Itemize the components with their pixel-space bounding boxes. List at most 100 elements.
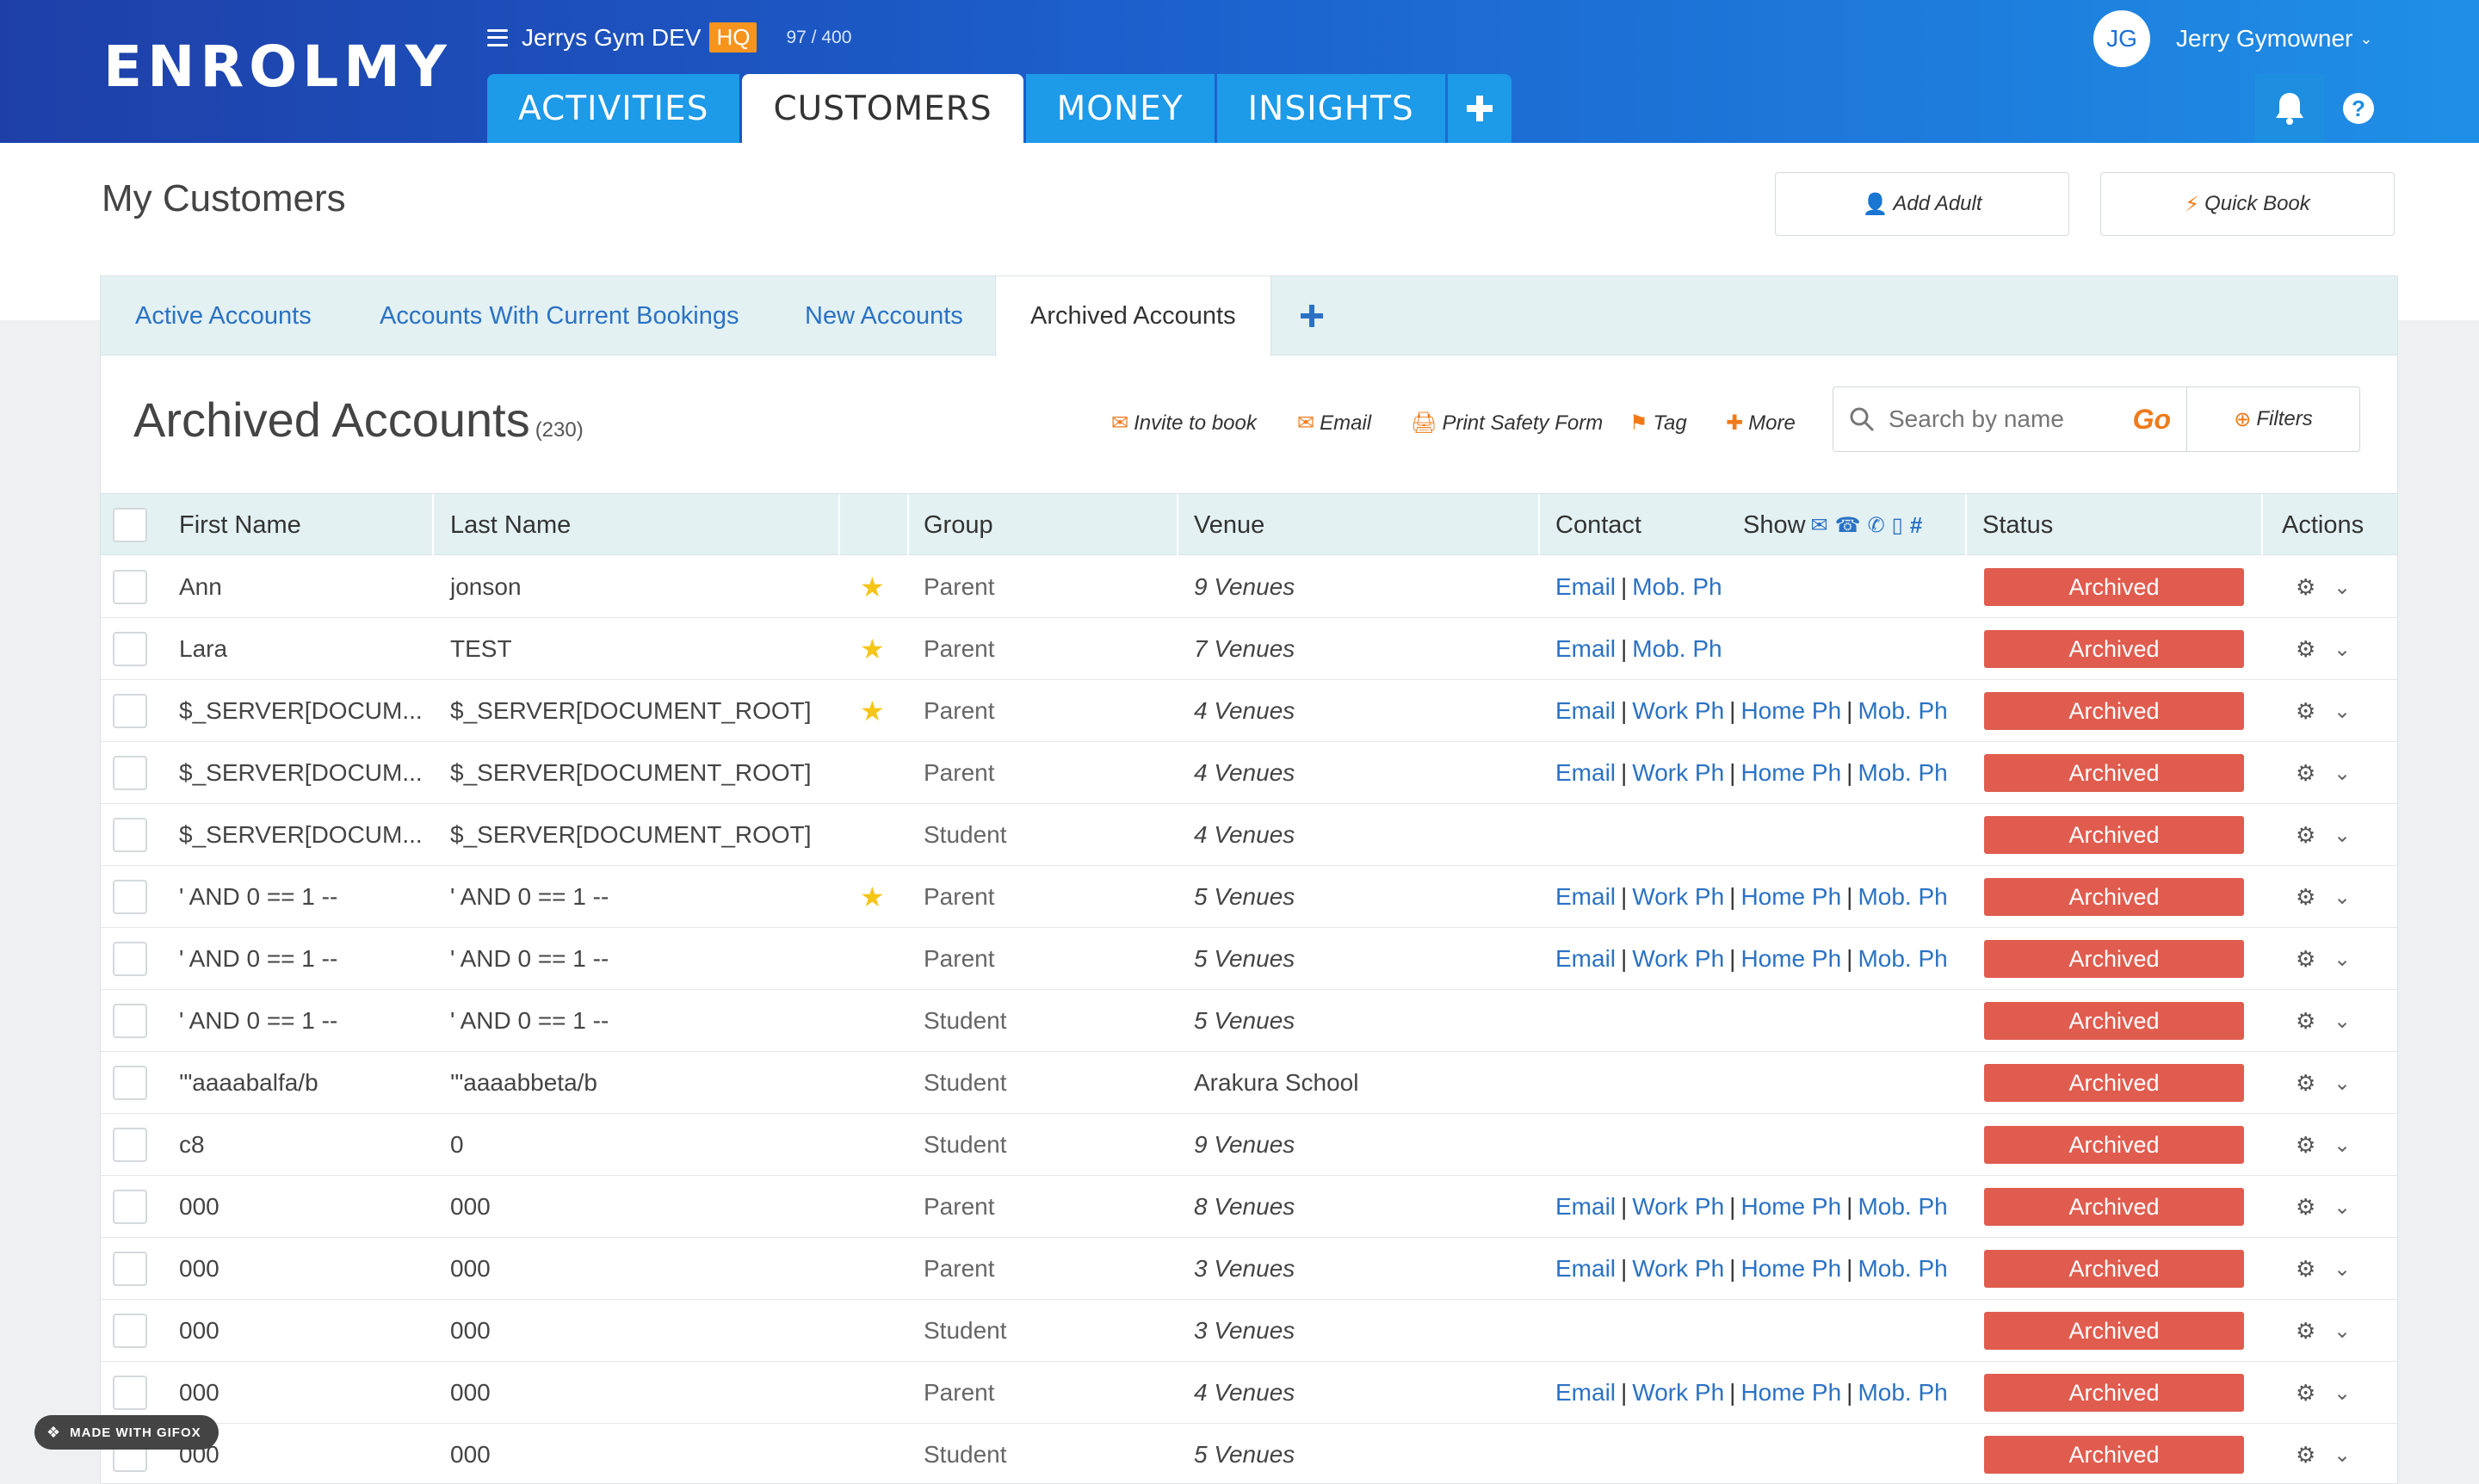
table-row[interactable]: ' AND 0 == 1 -- ' AND 0 == 1 -- Student 5 V… [101, 990, 2397, 1052]
header-group[interactable]: Group [924, 494, 993, 556]
first-name-cell[interactable]: $_SERVER[DOCUM... [179, 804, 423, 866]
chevron-down-icon[interactable]: ⌄ [2334, 1362, 2351, 1424]
phone-square-icon[interactable]: ☎ [1835, 513, 1861, 538]
search-go-button[interactable]: Go [2133, 404, 2171, 436]
contact-link[interactable]: Home Ph [1740, 1255, 1841, 1283]
filters-button[interactable]: ⊕ Filters [2186, 386, 2360, 452]
mobile-icon[interactable]: ▯ [1892, 513, 1903, 538]
gear-icon[interactable]: ⚙ [2296, 866, 2315, 928]
chevron-down-icon[interactable]: ⌄ [2334, 1114, 2351, 1176]
table-row[interactable]: $_SERVER[DOCUM... $_SERVER[DOCUMENT_ROOT]… [101, 742, 2397, 804]
table-row[interactable]: 000 000 Parent 4 Venues Email | Work Ph | Home P… [101, 1362, 2397, 1424]
subtab-current-bookings[interactable]: Accounts With Current Bookings [380, 276, 739, 356]
invite-to-book-button[interactable]: ✉ Invite to book [1111, 411, 1257, 436]
tab-activities[interactable]: ACTIVITIES [487, 74, 740, 143]
last-name-cell[interactable]: ' AND 0 == 1 -- [450, 990, 609, 1052]
tab-money[interactable]: MONEY [1025, 74, 1215, 143]
table-row[interactable]: 000 000 Parent 8 Venues Email | Work Ph | Home P… [101, 1176, 2397, 1238]
contact-link[interactable]: Home Ph [1740, 1379, 1841, 1407]
last-name-cell[interactable]: 000 [450, 1424, 491, 1484]
table-row[interactable]: 000 000 Parent 3 Venues Email | Work Ph | Home P… [101, 1238, 2397, 1300]
email-button[interactable]: ✉ Email [1297, 411, 1371, 436]
contact-link[interactable]: Home Ph [1740, 945, 1841, 973]
add-adult-button[interactable]: 👤 Add Adult [1775, 172, 2069, 236]
chevron-down-icon[interactable]: ⌄ [2334, 866, 2351, 928]
last-name-cell[interactable]: $_SERVER[DOCUMENT_ROOT] [450, 804, 812, 866]
add-tab-button[interactable] [1447, 74, 1512, 143]
first-name-cell[interactable]: ' AND 0 == 1 -- [179, 990, 337, 1052]
table-row[interactable]: Lara TEST ★ Parent 7 Venues Email | Mob. Ph Arch… [101, 618, 2397, 680]
row-checkbox[interactable] [113, 990, 147, 1052]
chevron-down-icon[interactable]: ⌄ [2334, 1052, 2351, 1114]
last-name-cell[interactable]: 000 [450, 1362, 491, 1424]
subtab-active-accounts[interactable]: Active Accounts [135, 276, 312, 356]
chevron-down-icon[interactable]: ⌄ [2334, 618, 2351, 680]
gear-icon[interactable]: ⚙ [2296, 990, 2315, 1052]
first-name-cell[interactable]: 000 [179, 1300, 219, 1362]
row-checkbox[interactable] [113, 928, 147, 990]
gear-icon[interactable]: ⚙ [2296, 1362, 2315, 1424]
last-name-cell[interactable]: ' AND 0 == 1 -- [450, 866, 609, 928]
contact-link[interactable]: Work Ph [1632, 759, 1724, 787]
last-name-cell[interactable]: $_SERVER[DOCUMENT_ROOT] [450, 742, 812, 804]
contact-link[interactable]: Home Ph [1740, 883, 1841, 911]
chevron-down-icon[interactable]: ⌄ [2334, 804, 2351, 866]
table-row[interactable]: 000 000 Student 3 Venues Archived ⚙ ⌄ [101, 1300, 2397, 1362]
row-checkbox[interactable] [113, 680, 147, 742]
first-name-cell[interactable]: $_SERVER[DOCUM... [179, 742, 423, 804]
contact-link[interactable]: Email [1555, 697, 1616, 725]
contact-link[interactable]: Email [1555, 945, 1616, 973]
row-checkbox[interactable] [113, 556, 147, 618]
first-name-cell[interactable]: c8 [179, 1114, 205, 1176]
contact-link[interactable]: Mob. Ph [1858, 883, 1947, 911]
first-name-cell[interactable]: 000 [179, 1176, 219, 1238]
enrolmy-logo[interactable]: ENROLMY [103, 38, 452, 96]
last-name-cell[interactable]: '"aaaabbeta/b [450, 1052, 597, 1114]
contact-link[interactable]: Email [1555, 1193, 1616, 1221]
last-name-cell[interactable]: 000 [450, 1300, 491, 1362]
contact-link[interactable]: Mob. Ph [1858, 945, 1947, 973]
more-button[interactable]: ✚ More [1726, 411, 1796, 436]
table-row[interactable]: ' AND 0 == 1 -- ' AND 0 == 1 -- Parent 5 Ve… [101, 928, 2397, 990]
contact-link[interactable]: Mob. Ph [1858, 697, 1947, 725]
first-name-cell[interactable]: 000 [179, 1238, 219, 1300]
table-row[interactable]: c8 0 Student 9 Venues Archived ⚙ ⌄ [101, 1114, 2397, 1176]
subtab-archived-accounts[interactable]: Archived Accounts [995, 276, 1271, 356]
contact-link[interactable]: Mob. Ph [1858, 1379, 1947, 1407]
chevron-down-icon[interactable]: ⌄ [2334, 742, 2351, 804]
row-checkbox[interactable] [113, 1238, 147, 1300]
last-name-cell[interactable]: 000 [450, 1238, 491, 1300]
help-button[interactable]: ? [2324, 74, 2393, 143]
header-venue[interactable]: Venue [1194, 494, 1264, 556]
last-name-cell[interactable]: ' AND 0 == 1 -- [450, 928, 609, 990]
table-row[interactable]: '"aaaabalfa/b '"aaaabbeta/b Student Arakura… [101, 1052, 2397, 1114]
table-row[interactable]: $_SERVER[DOCUM... $_SERVER[DOCUMENT_ROOT]… [101, 804, 2397, 866]
contact-link[interactable]: Mob. Ph [1632, 635, 1722, 663]
header-first-name[interactable]: First Name [179, 494, 301, 556]
chevron-down-icon[interactable]: ⌄ [2334, 556, 2351, 618]
row-checkbox[interactable] [113, 742, 147, 804]
chevron-down-icon[interactable]: ⌄ [2334, 1176, 2351, 1238]
gear-icon[interactable]: ⚙ [2296, 742, 2315, 804]
first-name-cell[interactable]: $_SERVER[DOCUM... [179, 680, 423, 742]
gear-icon[interactable]: ⚙ [2296, 618, 2315, 680]
header-status[interactable]: Status [1982, 494, 2053, 556]
add-subtab-button[interactable] [1301, 276, 1323, 356]
chevron-down-icon[interactable]: ⌄ [2334, 1424, 2351, 1484]
org-switcher[interactable]: Jerrys Gym DEV HQ 97 / 400 [487, 22, 851, 53]
gear-icon[interactable]: ⚙ [2296, 1114, 2315, 1176]
first-name-cell[interactable]: ' AND 0 == 1 -- [179, 928, 337, 990]
first-name-cell[interactable]: ' AND 0 == 1 -- [179, 866, 337, 928]
contact-link[interactable]: Mob. Ph [1858, 1193, 1947, 1221]
notifications-button[interactable] [2255, 74, 2324, 143]
gear-icon[interactable]: ⚙ [2296, 1052, 2315, 1114]
last-name-cell[interactable]: 0 [450, 1114, 464, 1176]
contact-link[interactable]: Work Ph [1632, 883, 1724, 911]
gear-icon[interactable]: ⚙ [2296, 928, 2315, 990]
first-name-cell[interactable]: Lara [179, 618, 227, 680]
row-checkbox[interactable] [113, 804, 147, 866]
contact-link[interactable]: Home Ph [1740, 1193, 1841, 1221]
select-all-checkbox[interactable] [113, 494, 147, 556]
chevron-down-icon[interactable]: ⌄ [2334, 1238, 2351, 1300]
row-checkbox[interactable] [113, 866, 147, 928]
